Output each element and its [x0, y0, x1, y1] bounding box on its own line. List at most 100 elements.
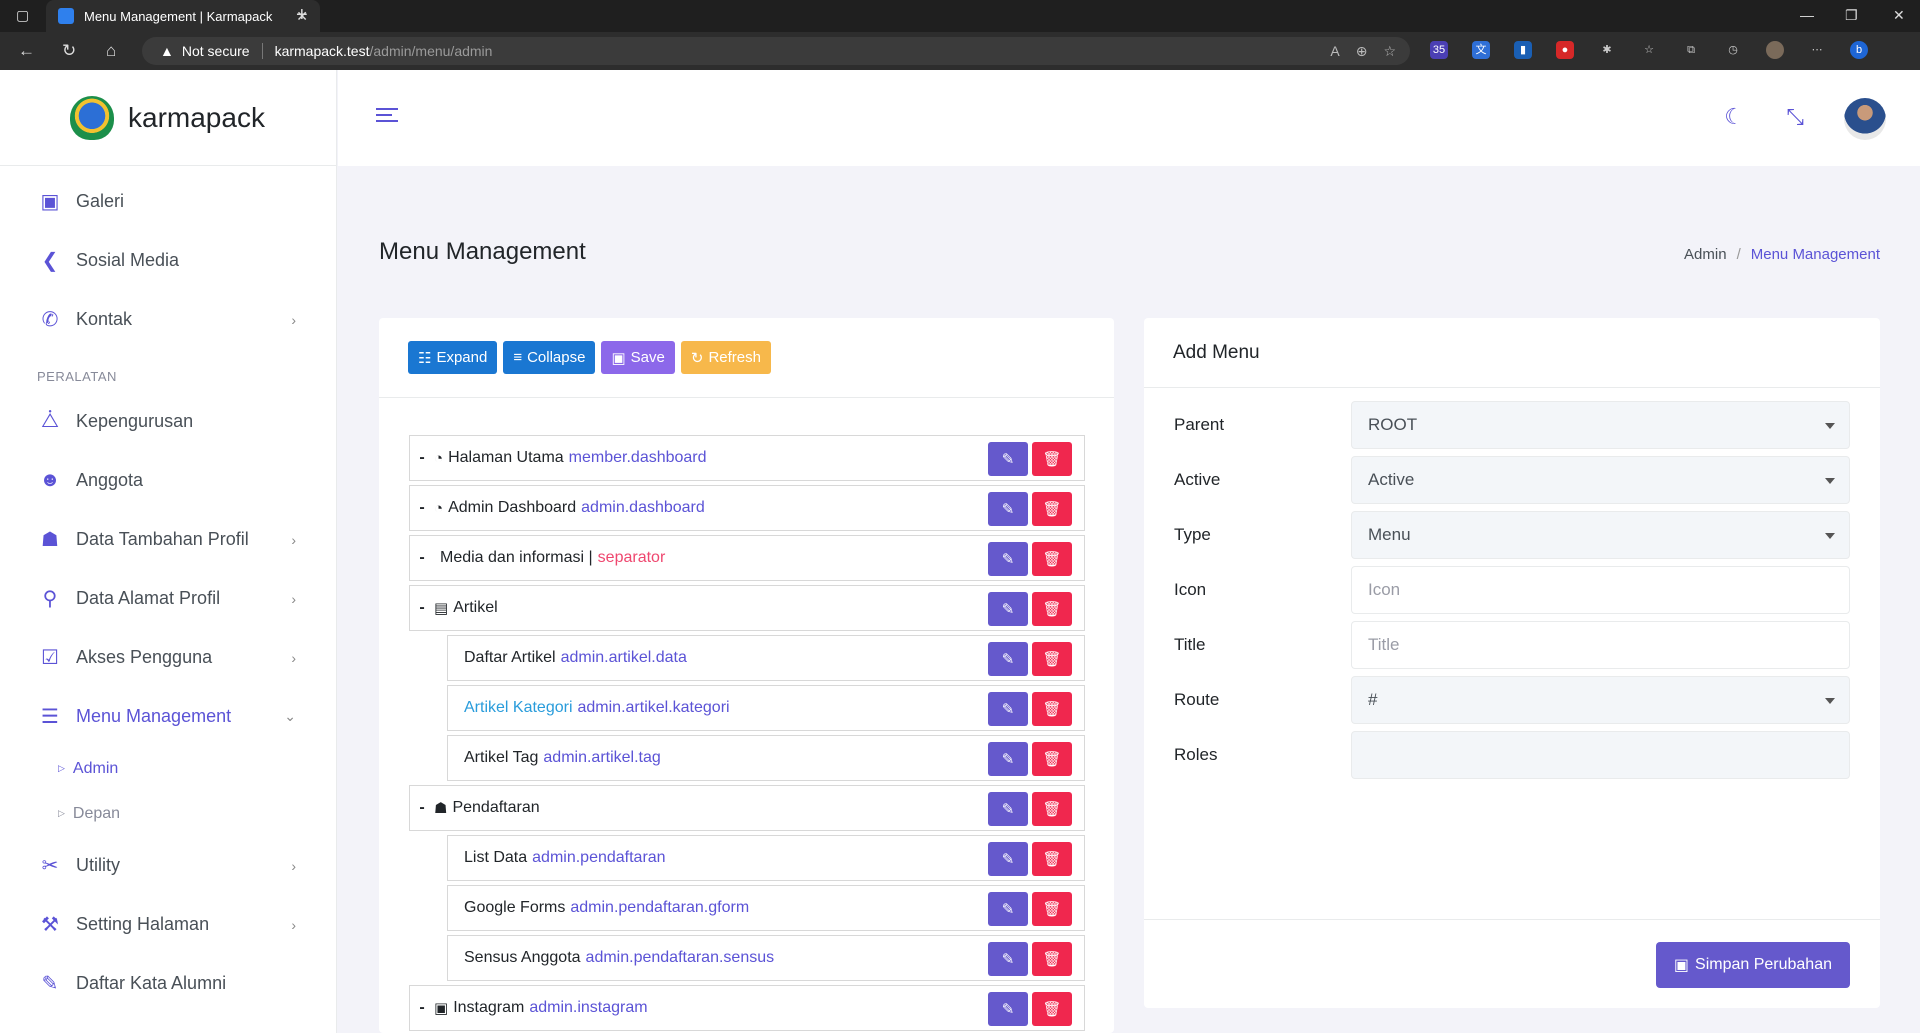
delete-button[interactable]: 🗑: [1032, 842, 1072, 876]
zoom-icon[interactable]: ⊕: [1356, 43, 1368, 60]
refresh-button[interactable]: ↻ Refresh: [680, 341, 771, 374]
tree-node[interactable]: - ◔ Halaman Utama member.dashboard ✎ 🗑: [409, 435, 1085, 481]
history-icon[interactable]: ◷: [1724, 41, 1742, 59]
sidebar-item-kontak[interactable]: ✆ Kontak ›: [0, 290, 336, 349]
tree-node-title: Daftar Artikel: [464, 649, 556, 666]
tree-node[interactable]: - ▣ Instagram admin.instagram ✎ 🗑: [409, 985, 1085, 1031]
back-icon[interactable]: ←: [18, 41, 35, 61]
edit-button[interactable]: ✎: [988, 892, 1028, 926]
hamburger-icon[interactable]: [376, 108, 398, 126]
sidebar-item-sosial-media[interactable]: ❮ Sosial Media: [0, 231, 336, 290]
minimize-icon[interactable]: —: [1800, 7, 1814, 23]
save-button[interactable]: ▣ Save: [601, 341, 675, 374]
collapse-toggle-icon[interactable]: -: [410, 549, 434, 567]
sidebar-item-kepengurusan[interactable]: ⧊ Kepengurusan: [0, 392, 336, 451]
sidebar-item-setting-halaman[interactable]: ⚒ Setting Halaman ›: [0, 895, 336, 954]
icon-input[interactable]: Icon: [1351, 566, 1850, 614]
sidebar-subitem-depan[interactable]: ▷ Depan: [0, 791, 336, 836]
collapse-toggle-icon[interactable]: -: [410, 999, 434, 1017]
route-select[interactable]: #: [1351, 676, 1850, 724]
collapse-toggle-icon[interactable]: -: [410, 799, 434, 817]
moon-icon[interactable]: ☾: [1724, 104, 1744, 130]
favorites-bar-icon[interactable]: ☆: [1640, 41, 1658, 59]
delete-button[interactable]: 🗑: [1032, 492, 1072, 526]
sidebar-item-galeri[interactable]: ▣ Galeri: [0, 172, 336, 231]
tree-node[interactable]: - Media dan informasi | separator ✎ 🗑: [409, 535, 1085, 581]
reload-icon[interactable]: ↻: [62, 41, 76, 61]
edit-button[interactable]: ✎: [988, 492, 1028, 526]
edit-button[interactable]: ✎: [988, 742, 1028, 776]
delete-button[interactable]: 🗑: [1032, 742, 1072, 776]
profile-avatar[interactable]: [1766, 41, 1784, 59]
collapse-toggle-icon[interactable]: -: [410, 599, 434, 617]
sidebar-item-menu-management[interactable]: ☰ Menu Management ⌄: [0, 687, 336, 746]
expand-button[interactable]: ☷ Expand: [408, 341, 498, 374]
window-close-icon[interactable]: ✕: [1893, 7, 1905, 24]
delete-button[interactable]: 🗑: [1032, 992, 1072, 1026]
delete-button[interactable]: 🗑: [1032, 442, 1072, 476]
delete-button[interactable]: 🗑: [1032, 892, 1072, 926]
roles-select[interactable]: [1351, 731, 1850, 779]
puzzle-icon[interactable]: ✱: [1598, 41, 1616, 59]
sidebar-item-data-alamat-profil[interactable]: ⚲ Data Alamat Profil ›: [0, 569, 336, 628]
active-select[interactable]: Active: [1351, 456, 1850, 504]
tree-node[interactable]: - ▤ Artikel ✎ 🗑: [409, 585, 1085, 631]
brand[interactable]: karmapack: [0, 70, 336, 166]
collapse-toggle-icon[interactable]: -: [410, 449, 434, 467]
sidebar-item-utility[interactable]: ✂ Utility ›: [0, 836, 336, 895]
edit-button[interactable]: ✎: [988, 542, 1028, 576]
delete-button[interactable]: 🗑: [1032, 942, 1072, 976]
sidebar-item-akses-pengguna[interactable]: ☑ Akses Pengguna ›: [0, 628, 336, 687]
delete-button[interactable]: 🗑: [1032, 592, 1072, 626]
edit-icon: ✎: [1001, 651, 1015, 668]
edit-button[interactable]: ✎: [988, 942, 1028, 976]
type-select[interactable]: Menu: [1351, 511, 1850, 559]
extension-icon[interactable]: ●: [1556, 41, 1574, 59]
edit-button[interactable]: ✎: [988, 792, 1028, 826]
parent-select[interactable]: ROOT: [1351, 401, 1850, 449]
favorite-icon[interactable]: ☆: [1383, 43, 1396, 60]
edit-button[interactable]: ✎: [988, 692, 1028, 726]
new-tab-icon[interactable]: +: [296, 4, 308, 27]
sidebar-item-anggota[interactable]: ☻ Anggota: [0, 451, 336, 510]
address-bar[interactable]: ▲ Not secure karmapack.test /admin/menu/…: [142, 37, 1410, 65]
title-input[interactable]: Title: [1351, 621, 1850, 669]
tree-node[interactable]: Artikel Kategori admin.artikel.kategori ✎…: [447, 685, 1085, 731]
more-icon[interactable]: ⋯: [1808, 41, 1826, 59]
edit-button[interactable]: ✎: [988, 642, 1028, 676]
avatar[interactable]: [1844, 98, 1886, 140]
tree-node[interactable]: Google Forms admin.pendaftaran.gform ✎ 🗑: [447, 885, 1085, 931]
delete-button[interactable]: 🗑: [1032, 642, 1072, 676]
edit-button[interactable]: ✎: [988, 592, 1028, 626]
read-aloud-icon[interactable]: A: [1330, 43, 1339, 60]
collapse-button[interactable]: ≡ Collapse: [503, 341, 596, 374]
sidebar-item-data-tambahan-profil[interactable]: ☗ Data Tambahan Profil ›: [0, 510, 336, 569]
extension-icon[interactable]: ▮: [1514, 41, 1532, 59]
window-menu-icon[interactable]: ▢: [16, 7, 29, 24]
breadcrumb-root[interactable]: Admin: [1684, 246, 1727, 263]
collections-icon[interactable]: ⧉: [1682, 41, 1700, 59]
tree-node[interactable]: - ◔ Admin Dashboard admin.dashboard ✎ 🗑: [409, 485, 1085, 531]
browser-tab[interactable]: Menu Management | Karmapack ✕: [46, 0, 320, 32]
tree-node[interactable]: List Data admin.pendaftaran ✎ 🗑: [447, 835, 1085, 881]
edit-button[interactable]: ✎: [988, 992, 1028, 1026]
delete-button[interactable]: 🗑: [1032, 542, 1072, 576]
fullscreen-exit-icon[interactable]: ⤡: [1786, 104, 1804, 130]
tree-node[interactable]: Daftar Artikel admin.artikel.data ✎ 🗑: [447, 635, 1085, 681]
sidebar-subitem-admin[interactable]: ▷ Admin: [0, 746, 336, 791]
sidebar-item-daftar-kata-alumni[interactable]: ✎ Daftar Kata Alumni: [0, 954, 336, 1013]
save-changes-button[interactable]: ▣ Simpan Perubahan: [1655, 942, 1850, 988]
collapse-toggle-icon[interactable]: -: [410, 499, 434, 517]
restore-icon[interactable]: ❐: [1845, 7, 1858, 24]
edit-button[interactable]: ✎: [988, 842, 1028, 876]
delete-button[interactable]: 🗑: [1032, 692, 1072, 726]
home-icon[interactable]: ⌂: [106, 41, 116, 61]
tree-node[interactable]: Sensus Anggota admin.pendaftaran.sensus ✎…: [447, 935, 1085, 981]
delete-button[interactable]: 🗑: [1032, 792, 1072, 826]
bing-icon[interactable]: b: [1850, 41, 1868, 59]
extension-icon[interactable]: 35: [1430, 41, 1448, 59]
translate-icon[interactable]: 文: [1472, 41, 1490, 59]
edit-button[interactable]: ✎: [988, 442, 1028, 476]
tree-node[interactable]: - ☗ Pendaftaran ✎ 🗑: [409, 785, 1085, 831]
tree-node[interactable]: Artikel Tag admin.artikel.tag ✎ 🗑: [447, 735, 1085, 781]
